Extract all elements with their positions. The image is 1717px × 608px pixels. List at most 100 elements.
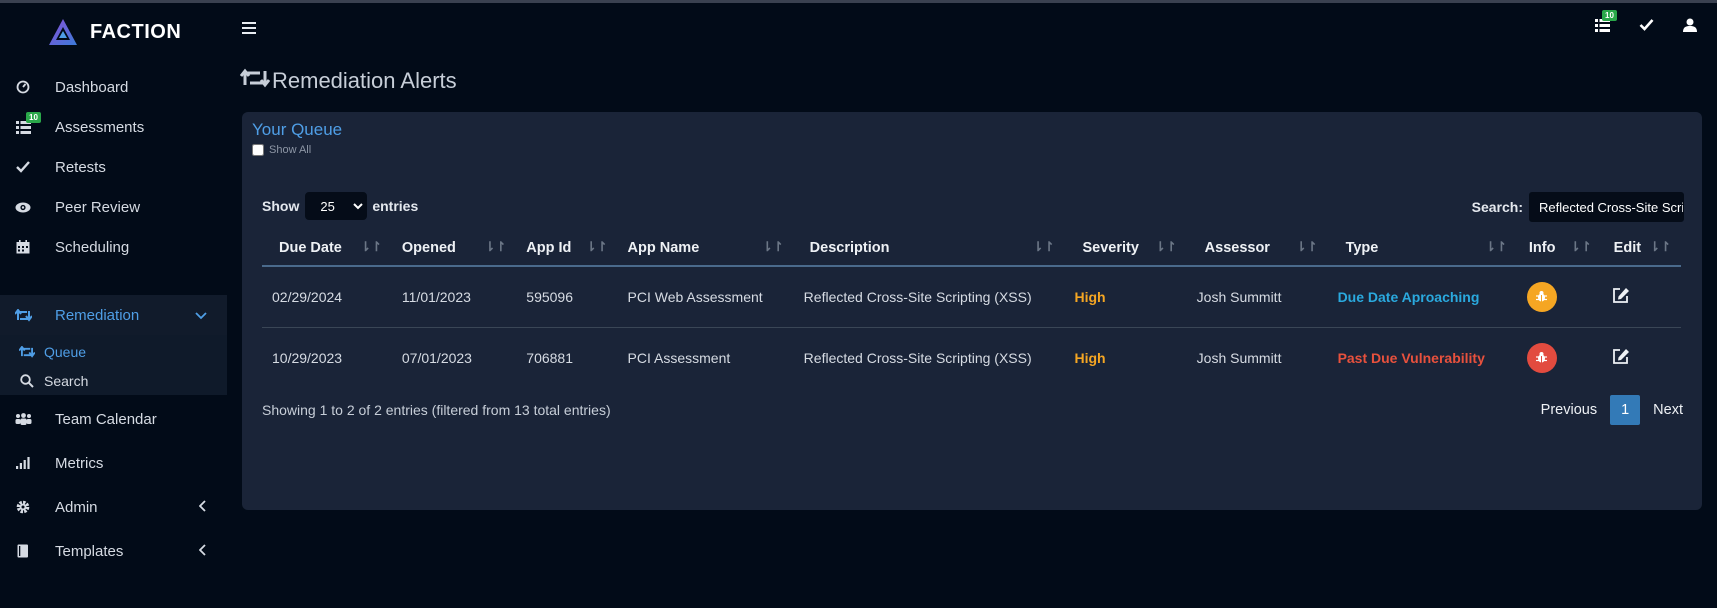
show-all-label: Show All xyxy=(269,144,312,156)
bug-icon[interactable] xyxy=(1526,342,1557,373)
calendar-icon xyxy=(14,238,32,256)
column-label: Description xyxy=(809,239,890,256)
submenu-item-queue[interactable]: Queue xyxy=(18,341,86,363)
gear-icon xyxy=(14,498,32,516)
signal-icon xyxy=(14,454,32,472)
table-row[interactable]: 02/29/2024 11/01/2023 595096 PCI Web Ass… xyxy=(262,266,1681,328)
brand[interactable]: FACTION xyxy=(48,17,181,47)
show-all-toggle[interactable]: Show All xyxy=(252,144,311,156)
user-icon xyxy=(1683,18,1697,32)
eye-icon xyxy=(14,198,32,216)
sidebar-item-scheduling[interactable]: Scheduling xyxy=(0,227,227,267)
next-page-button[interactable]: Next xyxy=(1642,395,1694,425)
column-header-severity[interactable]: Severity ⇂↾ xyxy=(1064,230,1187,267)
sidebar-item-team-calendar[interactable]: Team Calendar xyxy=(0,399,227,439)
edit-icon[interactable] xyxy=(1612,348,1632,368)
search-icon xyxy=(18,374,36,388)
column-header-due-date[interactable]: Due Date ⇂↾ xyxy=(262,230,392,267)
edit-icon[interactable] xyxy=(1612,287,1632,307)
page-title: Remediation Alerts xyxy=(239,68,457,94)
column-header-info[interactable]: Info ⇂↾ xyxy=(1516,230,1602,267)
search-input[interactable] xyxy=(1529,192,1684,222)
sidebar-item-assessments[interactable]: 10 Assessments xyxy=(0,107,227,147)
list-icon: 10 xyxy=(14,112,41,136)
assessments-notification-button[interactable]: 10 xyxy=(1593,10,1617,34)
sidebar-item-admin[interactable]: Admin xyxy=(0,487,227,527)
cell-app-id: 706881 xyxy=(526,349,573,366)
chevron-left-icon xyxy=(198,543,207,559)
cell-due-date: 10/29/2023 xyxy=(272,349,343,366)
sidebar-item-label: Remediation xyxy=(55,306,140,324)
cell-severity: High xyxy=(1074,349,1106,366)
column-label: Severity xyxy=(1082,239,1139,256)
submenu-item-search[interactable]: Search xyxy=(18,370,88,392)
faction-logo-icon xyxy=(49,19,77,45)
retweet-icon xyxy=(239,68,271,94)
column-label: Due Date xyxy=(279,239,342,256)
cell-edit xyxy=(1602,327,1681,388)
sort-icon: ⇂↾ xyxy=(1295,239,1318,254)
column-header-opened[interactable]: Opened ⇂↾ xyxy=(391,230,517,267)
sort-icon: ⇂↾ xyxy=(761,239,784,254)
column-label: Info xyxy=(1528,239,1556,256)
cell-due-date: 02/29/2024 xyxy=(262,266,392,328)
page-title-text: Remediation Alerts xyxy=(272,68,457,93)
cell-info xyxy=(1516,266,1602,328)
sidebar-item-remediation[interactable]: Remediation xyxy=(0,295,227,335)
sort-icon: ⇂↾ xyxy=(1569,239,1592,254)
show-all-checkbox[interactable] xyxy=(252,144,264,156)
sidebar-item-label: Team Calendar xyxy=(55,410,157,428)
column-header-description[interactable]: Description ⇂↾ xyxy=(793,230,1065,267)
sort-icon: ⇂↾ xyxy=(1649,239,1671,254)
remediation-table: Due Date ⇂↾ Opened ⇂↾ App Id ⇂↾ App Name ⇂↾ … xyxy=(262,230,1681,388)
sort-icon: ⇂↾ xyxy=(1032,239,1055,254)
table-header-row: Due Date ⇂↾ Opened ⇂↾ App Id ⇂↾ App Name ⇂↾ … xyxy=(262,230,1681,267)
column-header-app-id[interactable]: App Id ⇂↾ xyxy=(516,230,618,267)
column-header-edit[interactable]: Edit ⇂↾ xyxy=(1601,230,1681,267)
previous-page-button[interactable]: Previous xyxy=(1530,395,1608,425)
sidebar-item-peer-review[interactable]: Peer Review xyxy=(0,187,227,227)
column-header-assessor[interactable]: Assessor ⇂↾ xyxy=(1186,230,1328,267)
search-label: Search: xyxy=(1471,199,1523,215)
column-label: App Id xyxy=(526,239,572,256)
user-menu-button[interactable] xyxy=(1681,16,1699,34)
assessments-badge: 10 xyxy=(26,112,41,123)
cell-app-name: PCI Assessment xyxy=(627,349,731,366)
sidebar-item-label: Scheduling xyxy=(55,238,130,256)
page-button-current[interactable]: 1 xyxy=(1610,395,1641,425)
submenu-item-label: Search xyxy=(44,373,89,389)
cell-opened: 07/01/2023 xyxy=(401,349,472,366)
cell-app-name: PCI Web Assessment xyxy=(617,266,794,328)
page-size-control: Show 25 entries xyxy=(262,192,418,220)
cell-type: Due Date Aproaching xyxy=(1327,266,1517,328)
brand-name: FACTION xyxy=(90,20,182,43)
retweet-icon xyxy=(18,346,36,358)
cell-description: Reflected Cross-Site Scripting (XSS) xyxy=(803,349,1032,366)
column-header-type[interactable]: Type ⇂↾ xyxy=(1327,230,1517,267)
sidebar-item-label: Assessments xyxy=(55,118,145,136)
top-toolbar: 10 xyxy=(1593,10,1699,34)
retests-button[interactable] xyxy=(1637,16,1655,34)
cell-edit xyxy=(1601,266,1681,328)
pagination: Previous 1 Next xyxy=(1530,395,1694,425)
page-size-select[interactable]: 25 xyxy=(305,192,368,220)
cell-info xyxy=(1517,327,1602,388)
sidebar-item-templates[interactable]: Templates xyxy=(0,531,227,571)
table-row[interactable]: 10/29/2023 07/01/2023 706881 PCI Assessm… xyxy=(262,327,1681,388)
dashboard-icon xyxy=(14,78,32,96)
table-search: Search: xyxy=(1472,192,1684,222)
column-label: Type xyxy=(1345,239,1379,256)
sidebar-item-retests[interactable]: Retests xyxy=(0,147,227,187)
sidebar-item-label: Templates xyxy=(55,542,124,560)
team-icon xyxy=(14,410,32,428)
menu-toggle-button[interactable] xyxy=(242,18,256,39)
show-label: Show xyxy=(262,198,300,214)
column-header-app-name[interactable]: App Name ⇂↾ xyxy=(617,230,794,267)
sidebar-item-dashboard[interactable]: Dashboard xyxy=(0,67,227,107)
sort-icon: ⇂↾ xyxy=(360,239,382,254)
bug-icon[interactable] xyxy=(1526,281,1557,312)
cell-assessor: Josh Summitt xyxy=(1186,266,1328,328)
sidebar-item-metrics[interactable]: Metrics xyxy=(0,443,227,483)
column-label: App Name xyxy=(627,239,700,256)
cell-opened: 11/01/2023 xyxy=(391,266,517,328)
